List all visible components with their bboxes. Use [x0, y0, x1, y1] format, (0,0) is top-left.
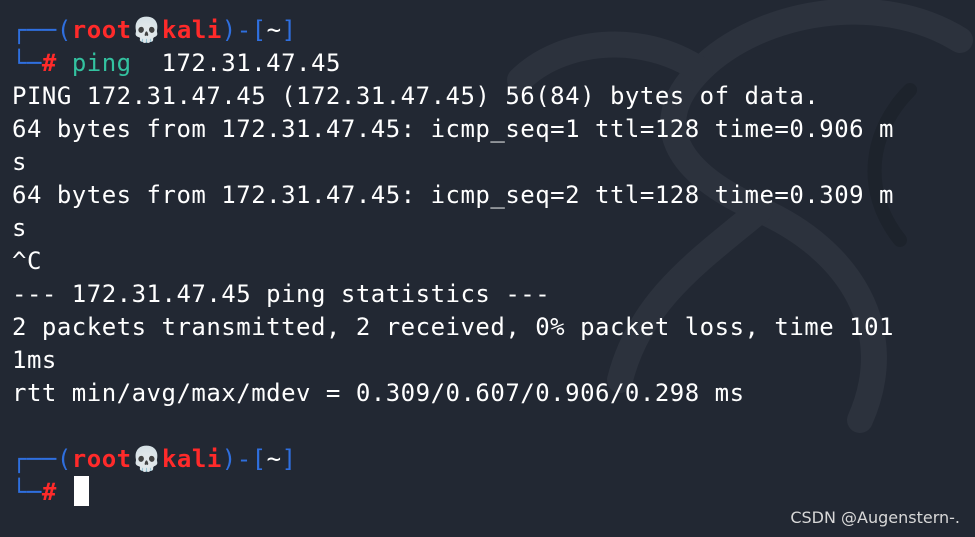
prompt-line-top: ┌──(root💀kali)-[~] — [12, 14, 975, 47]
prompt-hash: # — [41, 49, 57, 77]
output-line: ^C — [12, 247, 42, 275]
prompt-bracket-close: ] — [281, 445, 297, 473]
prompt-bracket: ┌──( — [12, 445, 72, 473]
prompt-hash: # — [41, 478, 57, 506]
prompt-line-top: ┌──(root💀kali)-[~] — [12, 443, 975, 476]
output-line: rtt min/avg/max/mdev = 0.309/0.607/0.906… — [12, 379, 745, 407]
prompt-directory: ~ — [266, 445, 282, 473]
skull-icon: 💀 — [131, 16, 162, 44]
prompt-corner: └─ — [12, 478, 42, 506]
output-line: --- 172.31.47.45 ping statistics --- — [12, 280, 551, 308]
output-line: 2 packets transmitted, 2 received, 0% pa… — [12, 313, 895, 341]
prompt-separator: )-[ — [221, 16, 267, 44]
prompt-separator: )-[ — [221, 445, 267, 473]
input-line[interactable]: └─# — [12, 476, 975, 509]
prompt-bracket-close: ] — [281, 16, 297, 44]
output-line: s — [12, 214, 27, 242]
output-line: PING 172.31.47.45 (172.31.47.45) 56(84) … — [12, 82, 820, 110]
prompt-directory: ~ — [266, 16, 282, 44]
output-line: 1ms — [12, 346, 57, 374]
command-line: └─# ping 172.31.47.45 — [12, 47, 975, 80]
text-cursor[interactable] — [73, 476, 89, 506]
output-line: s — [12, 148, 27, 176]
terminal-output[interactable]: ┌──(root💀kali)-[~] └─# ping 172.31.47.45… — [12, 14, 975, 509]
prompt-corner: └─ — [12, 49, 42, 77]
output-line: 64 bytes from 172.31.47.45: icmp_seq=1 t… — [12, 115, 895, 143]
prompt-host: kali — [161, 445, 222, 473]
command-name: ping — [71, 49, 132, 77]
csdn-watermark: CSDN @Augenstern-. — [790, 508, 960, 527]
command-args: 172.31.47.45 — [131, 49, 341, 77]
skull-icon: 💀 — [131, 445, 162, 473]
prompt-user: root — [71, 445, 132, 473]
prompt-host: kali — [161, 16, 222, 44]
prompt-bracket: ┌──( — [12, 16, 72, 44]
prompt-user: root — [71, 16, 132, 44]
output-line: 64 bytes from 172.31.47.45: icmp_seq=2 t… — [12, 181, 895, 209]
